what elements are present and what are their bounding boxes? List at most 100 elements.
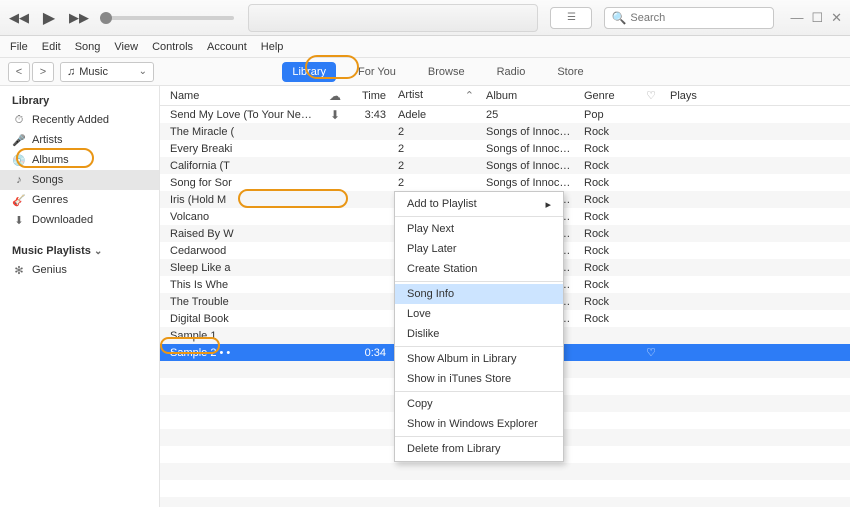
menu-edit[interactable]: Edit <box>42 41 61 53</box>
menu-song[interactable]: Song <box>75 41 101 53</box>
nav-tab-browse[interactable]: Browse <box>418 62 475 82</box>
list-view-button[interactable]: ☰ <box>550 7 592 29</box>
search-input[interactable] <box>630 12 767 24</box>
sidebar-item-albums[interactable]: 💿Albums <box>0 150 159 170</box>
nav-tab-for-you[interactable]: For You <box>348 62 406 82</box>
sidebar-item-genres[interactable]: 🎸Genres <box>0 190 159 210</box>
menu-help[interactable]: Help <box>261 41 284 53</box>
context-menu-copy[interactable]: Copy <box>395 394 563 414</box>
source-selector[interactable]: ♫ Music ⌄ <box>60 62 154 82</box>
chevron-down-icon: ⌄ <box>94 246 102 257</box>
cell-genre: Rock <box>578 296 638 308</box>
cell-name: Song for Sor <box>160 177 320 189</box>
context-menu-song-info[interactable]: Song Info <box>395 284 563 304</box>
sidebar-item-icon: ✻ <box>12 264 26 277</box>
context-menu-show-in-windows-explorer[interactable]: Show in Windows Explorer <box>395 414 563 434</box>
sidebar: Library ⏱Recently Added🎤Artists💿Albums♪S… <box>0 86 160 507</box>
context-menu-dislike[interactable]: Dislike <box>395 324 563 344</box>
context-menu-love[interactable]: Love <box>395 304 563 324</box>
menu-bar: File Edit Song View Controls Account Help <box>0 36 850 58</box>
context-menu-separator <box>395 346 563 347</box>
context-menu-label: Show in iTunes Store <box>407 373 511 385</box>
col-name[interactable]: Name <box>160 90 320 102</box>
context-menu-label: Song Info <box>407 288 454 300</box>
cell-genre: Rock <box>578 279 638 291</box>
col-genre[interactable]: Genre <box>578 90 638 102</box>
context-menu-label: Dislike <box>407 328 439 340</box>
sidebar-item-downloaded[interactable]: ⬇Downloaded <box>0 210 159 230</box>
cell-album: Songs of Innocence <box>480 160 578 172</box>
context-menu-create-station[interactable]: Create Station <box>395 259 563 279</box>
prev-track-button[interactable]: ◀◀ <box>8 7 30 29</box>
cell-album: Songs of Innocence <box>480 177 578 189</box>
col-time[interactable]: Time <box>350 90 392 102</box>
context-menu-show-album-in-library[interactable]: Show Album in Library <box>395 349 563 369</box>
col-artist[interactable]: Artist ⌃ <box>392 89 480 102</box>
nav-tab-library[interactable]: Library <box>282 62 336 82</box>
cell-time: 3:43 <box>350 109 392 121</box>
nav-tab-store[interactable]: Store <box>547 62 593 82</box>
sidebar-item-artists[interactable]: 🎤 Artists <box>0 130 159 150</box>
cell-album: Songs of Innocence <box>480 126 578 138</box>
sidebar-item-icon: 🎸 <box>12 194 26 207</box>
maximize-button[interactable]: ☐ <box>811 10 823 26</box>
menu-account[interactable]: Account <box>207 41 247 53</box>
context-menu-play-later[interactable]: Play Later <box>395 239 563 259</box>
minimize-button[interactable]: — <box>790 10 803 26</box>
cell-genre: Rock <box>578 143 638 155</box>
source-label: Music <box>79 66 108 78</box>
col-plays[interactable]: Plays <box>664 90 724 102</box>
context-menu-show-in-itunes-store[interactable]: Show in iTunes Store <box>395 369 563 389</box>
next-track-button[interactable]: ▶▶ <box>68 7 90 29</box>
close-button[interactable]: ✕ <box>831 10 842 26</box>
col-love-icon[interactable]: ♡ <box>638 89 664 102</box>
sidebar-item-icon: ♪ <box>12 174 26 186</box>
col-cloud-icon[interactable]: ☁ <box>320 89 350 103</box>
sidebar-item-label: Downloaded <box>32 214 93 226</box>
table-row[interactable]: Every Breaki2Songs of InnocenceRock <box>160 140 850 157</box>
cell-genre: Rock <box>578 228 638 240</box>
sidebar-item-label: Artists <box>32 134 63 146</box>
back-button[interactable]: < <box>8 62 30 82</box>
context-menu-add-to-playlist[interactable]: Add to Playlist▸ <box>395 194 563 214</box>
context-menu-delete-from-library[interactable]: Delete from Library <box>395 439 563 459</box>
menu-file[interactable]: File <box>10 41 28 53</box>
play-button[interactable]: ▶ <box>36 5 62 31</box>
cell-genre: Rock <box>578 177 638 189</box>
menu-controls[interactable]: Controls <box>152 41 193 53</box>
sidebar-item-label: Genius <box>32 264 67 276</box>
context-menu-label: Delete from Library <box>407 443 501 455</box>
cell-genre: Rock <box>578 194 638 206</box>
cell-genre: Rock <box>578 262 638 274</box>
menu-view[interactable]: View <box>114 41 138 53</box>
table-row[interactable]: The Miracle (2Songs of InnocenceRock <box>160 123 850 140</box>
sidebar-item-songs[interactable]: ♪Songs <box>0 170 159 190</box>
sidebar-item-recently-added[interactable]: ⏱Recently Added <box>0 110 159 130</box>
sidebar-item-label: Recently Added <box>32 114 109 126</box>
cell-artist: 2 <box>392 126 480 138</box>
context-menu-play-next[interactable]: Play Next <box>395 219 563 239</box>
context-menu-separator <box>395 391 563 392</box>
table-row[interactable]: California (T2Songs of InnocenceRock <box>160 157 850 174</box>
sidebar-item-icon: 🎤 <box>12 134 26 147</box>
empty-row <box>160 463 850 480</box>
cell-name: Cedarwood <box>160 245 320 257</box>
forward-button[interactable]: > <box>32 62 54 82</box>
volume-slider[interactable] <box>104 16 234 20</box>
cell-album: 25 <box>480 109 578 121</box>
table-row[interactable]: Send My Love (To Your New Lover)⬇3:43Ade… <box>160 106 850 123</box>
main-area: Library ⏱Recently Added🎤Artists💿Albums♪S… <box>0 86 850 507</box>
context-menu-label: Play Next <box>407 223 454 235</box>
table-row[interactable]: Song for Sor2Songs of InnocenceRock <box>160 174 850 191</box>
sidebar-item-genius[interactable]: ✻ Genius <box>0 260 159 280</box>
cell-name: Volcano <box>160 211 320 223</box>
search-box[interactable]: 🔍 <box>604 7 774 29</box>
cell-name: California (T <box>160 160 320 172</box>
cell-name: Send My Love (To Your New Lover) <box>160 109 320 121</box>
window-controls: — ☐ ✕ <box>790 10 842 26</box>
col-album[interactable]: Album <box>480 90 578 102</box>
volume-knob[interactable] <box>100 12 112 24</box>
context-menu-label: Show Album in Library <box>407 353 516 365</box>
nav-tab-radio[interactable]: Radio <box>487 62 536 82</box>
context-menu-separator <box>395 436 563 437</box>
